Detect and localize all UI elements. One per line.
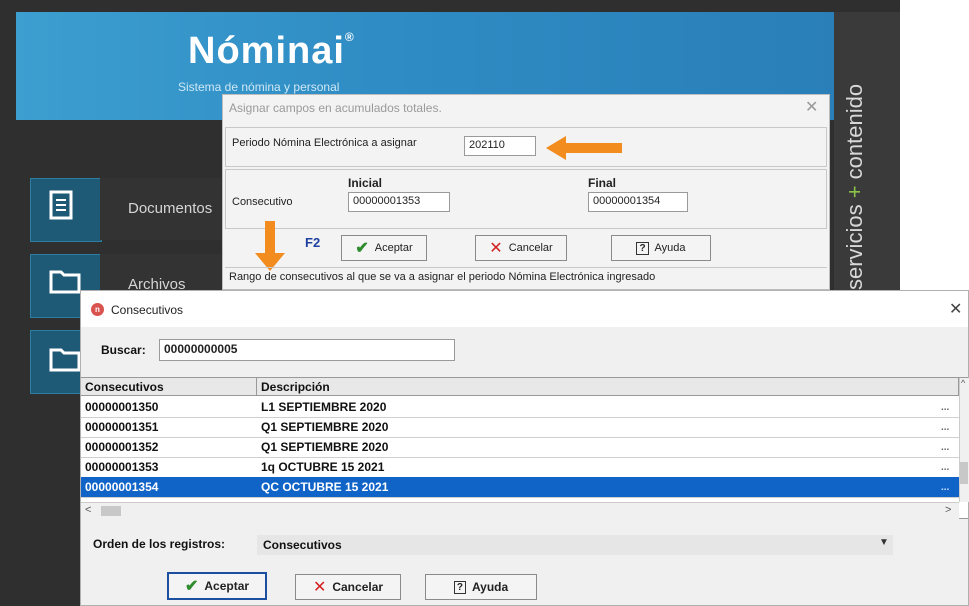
ayuda-label: Ayuda — [471, 580, 509, 594]
cell-descripcion: L1 SEPTIEMBRE 2020 — [261, 400, 387, 414]
horizontal-scrollbar[interactable]: < > — [81, 502, 959, 519]
period-label: Periodo Nómina Electrónica a asignar — [232, 137, 417, 149]
aceptar-label: Aceptar — [204, 579, 250, 593]
sidebar-item-documentos[interactable]: Documentos — [100, 178, 240, 240]
dialog-title: Consecutivos — [111, 303, 184, 317]
cancelar-label: Cancelar — [508, 242, 553, 254]
aceptar-label: Aceptar — [374, 242, 413, 254]
help-icon: ? — [453, 580, 466, 594]
final-input[interactable]: 00000001354 — [588, 192, 688, 212]
chevron-down-icon[interactable]: ▼ — [879, 537, 889, 548]
dialog-title: Asignar campos en acumulados totales. — [229, 101, 442, 115]
vertical-banner-text: servicios + contenido — [842, 83, 867, 290]
folder-icon — [49, 266, 81, 301]
cell-consecutivo: 00000001351 — [85, 420, 159, 434]
check-icon: ✔ — [355, 240, 369, 257]
search-input[interactable]: 00000000005 — [159, 339, 455, 361]
close-icon[interactable]: ✕ — [949, 299, 962, 319]
ellipsis-button[interactable]: ... — [941, 422, 949, 433]
scroll-thumb[interactable] — [960, 462, 968, 484]
table-row[interactable]: 00000001351 Q1 SEPTIEMBRE 2020 ... — [81, 417, 959, 438]
ellipsis-button[interactable]: ... — [941, 402, 949, 413]
close-icon[interactable]: ✕ — [805, 97, 818, 117]
ellipsis-button[interactable]: ... — [941, 442, 949, 453]
column-header-consecutivos[interactable]: Consecutivos — [81, 378, 257, 396]
ayuda-label: Ayuda — [654, 242, 686, 254]
consecutivos-table: Consecutivos Descripción 00000001350 L1 … — [81, 377, 969, 519]
aceptar-button[interactable]: ✔ Aceptar — [167, 572, 267, 600]
scroll-thumb[interactable] — [101, 506, 121, 516]
cell-descripcion: 1q OCTUBRE 15 2021 — [261, 460, 385, 474]
cell-descripcion: Q1 SEPTIEMBRE 2020 — [261, 420, 389, 434]
cancelar-button[interactable]: ✕ Cancelar — [475, 235, 567, 261]
orange-arrow-down-icon — [255, 221, 285, 271]
consecutivos-dialog: n Consecutivos ✕ Buscar: 00000000005 Con… — [80, 290, 969, 606]
inicial-label: Inicial — [348, 176, 383, 190]
period-input[interactable]: 202110 — [464, 136, 536, 156]
cell-consecutivo: 00000001350 — [85, 400, 159, 414]
app-icon: n — [91, 303, 104, 316]
cancelar-label: Cancelar — [332, 580, 384, 594]
cell-consecutivo: 00000001353 — [85, 460, 159, 474]
document-icon — [49, 190, 75, 229]
table-row[interactable]: 00000001353 1q OCTUBRE 15 2021 ... — [81, 457, 959, 478]
final-label: Final — [588, 176, 617, 190]
help-icon: ? — [636, 241, 649, 255]
inicial-input[interactable]: 00000001353 — [348, 192, 450, 212]
scroll-left-icon[interactable]: < — [85, 504, 91, 516]
period-panel: Periodo Nómina Electrónica a asignar 202… — [225, 127, 827, 167]
vertical-scrollbar[interactable]: ^ — [959, 378, 969, 502]
folder-open-icon — [49, 344, 81, 379]
column-header-descripcion[interactable]: Descripción — [257, 378, 959, 396]
dialog-titlebar — [81, 291, 968, 327]
order-label: Orden de los registros: — [93, 537, 226, 551]
aceptar-button[interactable]: ✔ Aceptar — [341, 235, 427, 261]
search-label: Buscar: — [101, 343, 146, 357]
table-row[interactable]: 00000001350 L1 SEPTIEMBRE 2020 ... — [81, 397, 959, 418]
app-logo-title: Nóminai® — [188, 30, 355, 72]
cell-descripcion: Q1 SEPTIEMBRE 2020 — [261, 440, 389, 454]
scroll-up-icon[interactable]: ^ — [961, 378, 965, 388]
check-icon: ✔ — [184, 578, 199, 595]
scroll-right-icon[interactable]: > — [945, 504, 951, 516]
table-row[interactable]: 00000001352 Q1 SEPTIEMBRE 2020 ... — [81, 437, 959, 458]
f2-shortcut-label: F2 — [305, 235, 321, 250]
cell-descripcion: QC OCTUBRE 15 2021 — [261, 480, 389, 494]
consecutivo-label: Consecutivo — [232, 196, 293, 208]
x-icon: ✕ — [312, 579, 327, 596]
ayuda-button[interactable]: ? Ayuda — [611, 235, 711, 261]
ellipsis-button[interactable]: ... — [941, 462, 949, 473]
consecutivo-panel: Consecutivo Inicial 00000001353 Final 00… — [225, 169, 827, 229]
asignar-campos-dialog: Asignar campos en acumulados totales. ✕ … — [222, 94, 830, 290]
x-icon: ✕ — [489, 240, 503, 257]
cancelar-button[interactable]: ✕ Cancelar — [295, 574, 401, 600]
table-row-selected[interactable]: 00000001354 QC OCTUBRE 15 2021 ... — [81, 477, 959, 498]
cell-consecutivo: 00000001354 — [85, 480, 159, 494]
ellipsis-button[interactable]: ... — [941, 482, 949, 493]
ayuda-button[interactable]: ? Ayuda — [425, 574, 537, 600]
order-select[interactable]: Consecutivos — [257, 535, 893, 555]
dialog-footer-text: Rango de consecutivos al que se va a asi… — [225, 267, 827, 287]
orange-arrow-left-icon — [546, 136, 622, 160]
cell-consecutivo: 00000001352 — [85, 440, 159, 454]
app-logo-subtitle: Sistema de nómina y personal — [178, 80, 340, 94]
